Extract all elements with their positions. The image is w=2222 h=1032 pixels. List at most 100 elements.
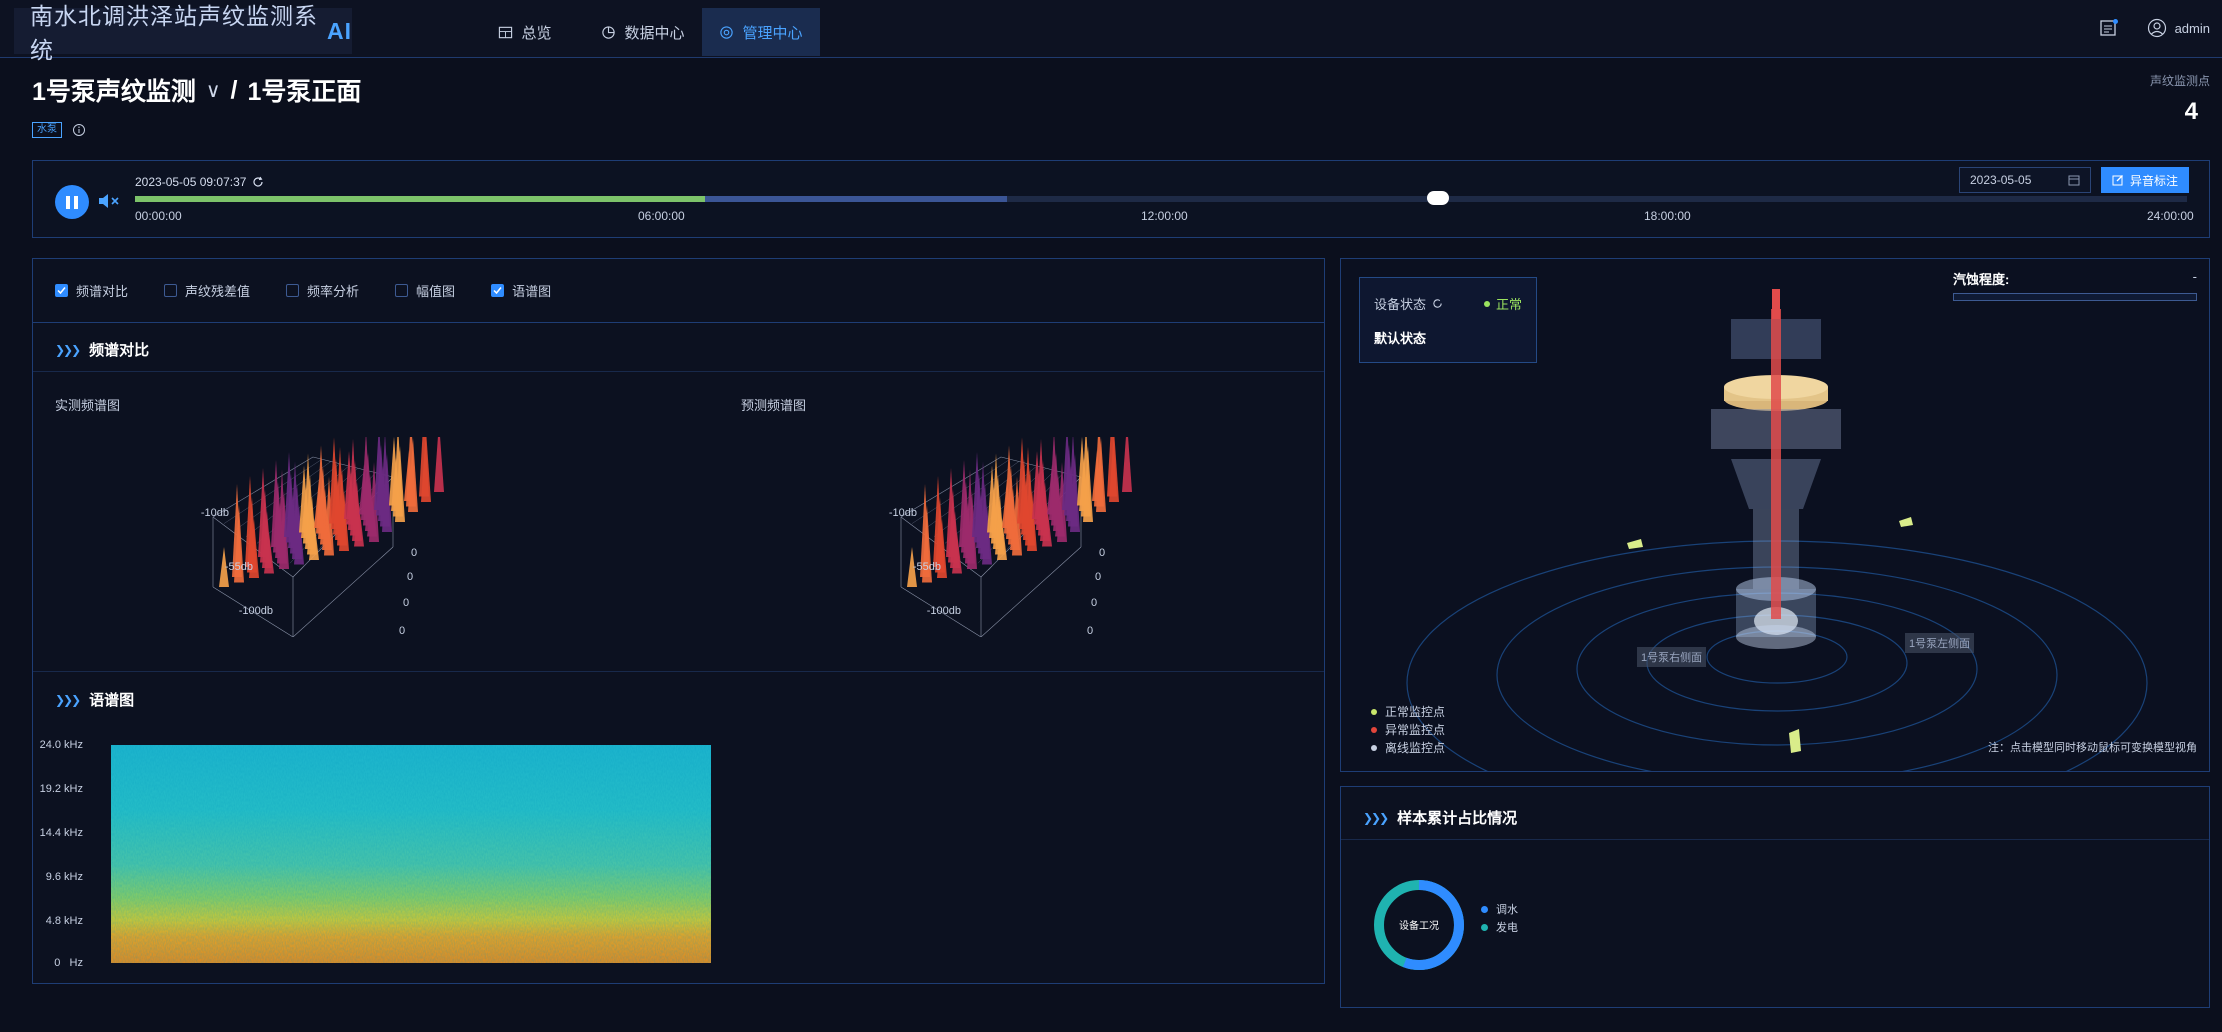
toggle-amplitude[interactable]: 幅值图 xyxy=(395,281,455,300)
checkbox[interactable] xyxy=(491,284,505,297)
avatar-icon xyxy=(2147,18,2166,38)
monitor-point-label-right[interactable]: 1号泵右侧面 xyxy=(1637,647,1707,667)
freq-tick: 14.4 kHz xyxy=(39,827,83,839)
message-icon[interactable] xyxy=(2099,18,2119,38)
predicted-spectrum-label: 预测频谱图 xyxy=(741,398,807,413)
axis-tick: 0 xyxy=(407,571,414,583)
z-tick: -55db xyxy=(912,561,941,573)
chevrons-icon: ❯❯❯ xyxy=(55,692,81,707)
freq-tick: 19.2 kHz xyxy=(39,783,83,795)
axis-tick: 0 xyxy=(1091,597,1098,609)
analysis-panel: 频谱对比 声纹残差值 频率分析 幅值图 语谱图 ❯❯❯ 频谱对比 实测频谱图 预… xyxy=(32,258,1325,984)
device-name[interactable]: 1号泵声纹监测 xyxy=(32,72,196,108)
donut-center-label: 设备工况 xyxy=(1399,921,1439,932)
pump-3d-model-panel[interactable]: 设备状态 正常 默认状态 汽蚀程度: - 1号泵右侧面 1号泵左侧面 正常监控点… xyxy=(1340,258,2210,772)
divider xyxy=(1341,839,2209,840)
status-dot xyxy=(1483,300,1490,307)
current-timestamp: 2023-05-05 09:07:37 xyxy=(135,175,264,189)
tag-row: 水泵 xyxy=(32,122,86,138)
spectrogram-noise xyxy=(111,745,711,963)
axis-tick: 0 xyxy=(399,625,406,637)
mute-icon[interactable] xyxy=(97,191,121,211)
time-tick: 18:00:00 xyxy=(1644,209,1691,223)
header-actions: admin xyxy=(2099,18,2210,38)
tab-overview[interactable]: 总览 xyxy=(466,8,584,56)
calendar-icon xyxy=(2068,175,2080,186)
progress-handle[interactable] xyxy=(1427,191,1450,205)
tab-data-center[interactable]: 数据中心 xyxy=(584,8,702,56)
app-brand: 南水北调洪泽站声纹监测系统 AI xyxy=(14,3,352,63)
device-status-card: 设备状态 正常 默认状态 xyxy=(1359,277,1537,363)
axis-tick: 0 xyxy=(1095,571,1102,583)
user-menu[interactable]: admin xyxy=(2147,18,2210,38)
timestamp-text: 2023-05-05 09:07:37 xyxy=(135,175,247,189)
toggle-frequency[interactable]: 频率分析 xyxy=(286,281,359,300)
checkbox[interactable] xyxy=(395,284,409,297)
axis-tick: 0 xyxy=(403,597,410,609)
date-picker[interactable]: 2023-05-05 xyxy=(1959,167,2091,193)
chart-toggle-row: 频谱对比 声纹残差值 频率分析 幅值图 语谱图 xyxy=(33,259,1324,323)
divider xyxy=(33,371,1324,372)
surface-spike xyxy=(1122,437,1132,492)
checkbox[interactable] xyxy=(164,284,178,297)
progress-track[interactable] xyxy=(135,191,2187,205)
monitor-point-count: 4 xyxy=(2184,98,2198,125)
measured-spectrum-label: 实测频谱图 xyxy=(55,398,121,413)
device-type-tag: 水泵 xyxy=(32,122,62,138)
legend-water[interactable]: 调水 xyxy=(1481,901,1518,917)
ai-badge: AI xyxy=(327,17,352,44)
checkbox[interactable] xyxy=(55,284,68,297)
cavitation-label: 汽蚀程度: xyxy=(1953,272,2010,287)
target-icon xyxy=(720,25,734,39)
date-value: 2023-05-05 xyxy=(1970,173,2032,187)
chevron-down-icon[interactable]: ∨ xyxy=(206,78,221,103)
checkbox[interactable] xyxy=(286,284,300,297)
toggle-residual[interactable]: 声纹残差值 xyxy=(164,281,250,300)
cavitation-bar xyxy=(1953,293,2197,301)
pause-button[interactable] xyxy=(55,185,89,219)
cavitation-value: - xyxy=(2192,269,2197,284)
refresh-icon[interactable] xyxy=(252,176,264,188)
tab-label: 总览 xyxy=(521,24,552,42)
legend-power[interactable]: 发电 xyxy=(1481,919,1518,935)
refresh-icon[interactable] xyxy=(1432,298,1443,309)
toggle-spectrum-compare[interactable]: 频谱对比 xyxy=(55,281,128,300)
view-name: 1号泵正面 xyxy=(247,78,362,106)
chevrons-icon: ❯❯❯ xyxy=(55,342,81,357)
pie-icon xyxy=(602,25,616,39)
monitor-point-label-left[interactable]: 1号泵左侧面 xyxy=(1905,633,1975,653)
monitor-point-label: 声纹监测点 xyxy=(2149,74,2210,88)
time-tick: 12:00:00 xyxy=(1141,209,1188,223)
freq-tick: 9.6 kHz xyxy=(45,871,83,883)
legend-normal: 正常监控点 xyxy=(1371,703,1445,720)
default-state: 默认状态 xyxy=(1374,331,1427,346)
axis-tick: 0 xyxy=(411,547,418,559)
audio-timeline: 2023-05-05 09:07:37 00:00:00 06:00:00 12… xyxy=(32,160,2210,238)
tab-management-center[interactable]: 管理中心 xyxy=(702,8,820,56)
breadcrumb-separator: / xyxy=(230,75,238,104)
sample-ratio-panel: ❯❯❯ 样本累计占比情况 设备工况 调水 发电 xyxy=(1340,786,2210,1008)
played-segment xyxy=(135,196,706,202)
axis-tick: 0 xyxy=(1087,625,1094,637)
toggle-spectrogram[interactable]: 语谱图 xyxy=(491,281,551,300)
z-tick: -10db xyxy=(200,507,229,519)
status-value: 正常 xyxy=(1483,294,1522,313)
main-nav: 总览 数据中心 管理中心 xyxy=(466,8,820,56)
plot-frame-line xyxy=(292,546,394,637)
z-tick: -10db xyxy=(888,507,917,519)
tab-label: 管理中心 xyxy=(742,24,803,42)
sample-section-title: ❯❯❯ 样本累计占比情况 xyxy=(1363,810,1518,827)
info-icon[interactable] xyxy=(72,123,86,137)
time-tick: 00:00:00 xyxy=(135,209,182,223)
axis-tick: 0 xyxy=(1099,547,1106,559)
legend-abnormal: 异常监控点 xyxy=(1371,721,1445,738)
freq-tick: 0 Hz xyxy=(54,957,83,969)
app-title: 南水北调洪泽站声纹监测系统 xyxy=(30,3,318,63)
time-tick: 06:00:00 xyxy=(638,209,685,223)
plot-frame-line xyxy=(980,546,1082,637)
model-hint: 注：点击模型同时移动鼠标可变换模型视角 xyxy=(1988,742,2197,754)
page-title: 1号泵声纹监测 ∨ / 1号泵正面 xyxy=(32,72,361,108)
abnormal-mark-button[interactable]: 异音标注 xyxy=(2101,167,2189,193)
z-tick: -55db xyxy=(224,561,253,573)
spectrogram-section-title: ❯❯❯ 语谱图 xyxy=(55,692,135,709)
